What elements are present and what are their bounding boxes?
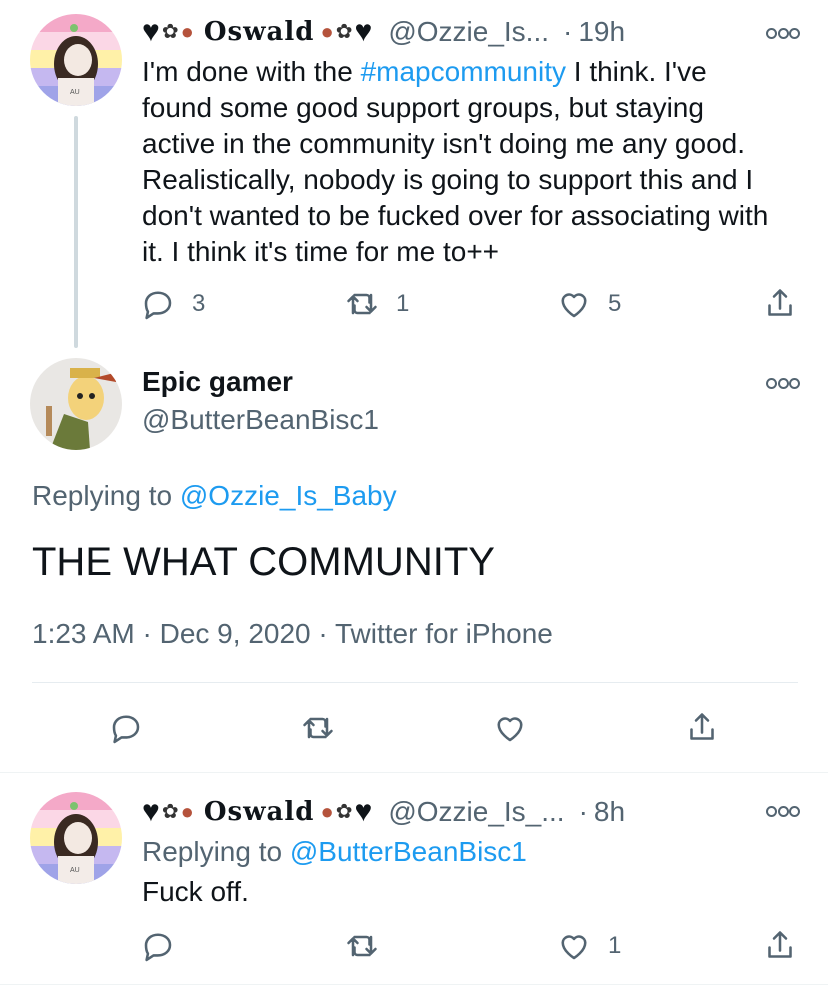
like-icon	[561, 293, 587, 318]
flower-icon: ✿	[335, 801, 353, 823]
tweet-text-part: I think. I've found some good support gr…	[142, 56, 769, 267]
reply-button[interactable]	[108, 710, 144, 746]
hashtag-link[interactable]: #mapcommunity	[361, 56, 566, 87]
tweet1-header: ♥ ✿ ● Oswald ● ✿ ♥ @Ozzie_Is... · 19h	[142, 14, 625, 50]
share-button[interactable]	[762, 286, 798, 322]
display-name[interactable]: Oswald	[204, 797, 315, 827]
reply-count: 3	[192, 290, 206, 317]
tweet-meta[interactable]: 1:23 AM · Dec 9, 2020 · Twitter for iPho…	[32, 618, 553, 650]
reply-icon	[112, 715, 140, 744]
timestamp[interactable]: 8h	[594, 796, 625, 828]
like-count: 5	[608, 290, 622, 317]
replying-to: Replying to @ButterBeanBisc1	[142, 836, 527, 868]
retweet-icon	[347, 293, 377, 315]
black-heart-icon: ♥	[142, 15, 160, 48]
teddy-bear-icon: ●	[180, 19, 194, 44]
flower-icon: ✿	[161, 801, 179, 823]
section-divider	[0, 772, 828, 773]
thread-line	[74, 116, 78, 348]
share-button[interactable]	[762, 928, 798, 964]
svg-text:AU: AU	[70, 867, 80, 874]
like-icon	[561, 935, 587, 960]
avatar-oswald[interactable]: AU	[30, 14, 122, 106]
retweet-icon	[303, 717, 333, 739]
reply-button[interactable]: 3	[140, 286, 205, 322]
display-name[interactable]: Epic gamer	[142, 366, 293, 398]
retweet-button[interactable]	[344, 928, 380, 964]
replying-prefix: Replying to	[142, 836, 290, 867]
handle[interactable]: @ButterBeanBisc1	[142, 404, 379, 436]
svg-text:AU: AU	[70, 89, 80, 96]
handle[interactable]: @Ozzie_Is...	[388, 16, 549, 48]
display-name[interactable]: Oswald	[204, 17, 315, 47]
share-icon	[768, 931, 792, 958]
retweet-button[interactable]	[300, 710, 336, 746]
teddy-bear-icon: ●	[180, 799, 194, 824]
share-icon	[768, 289, 792, 316]
avatar-epic-gamer[interactable]	[30, 358, 122, 450]
decoration-left: ♥ ✿ ●	[142, 17, 194, 47]
more-icon[interactable]	[766, 376, 800, 390]
decoration-left: ♥ ✿ ●	[142, 797, 194, 827]
like-button[interactable]: 1	[556, 928, 621, 964]
meta-divider	[32, 682, 798, 683]
share-button[interactable]	[684, 710, 720, 746]
like-button[interactable]	[492, 710, 528, 746]
retweet-count: 1	[396, 290, 410, 317]
mention-link[interactable]: @Ozzie_Is_Baby	[180, 480, 397, 511]
replying-prefix: Replying to	[32, 480, 180, 511]
like-count: 1	[608, 932, 622, 959]
separator-dot: ·	[563, 16, 573, 47]
flower-icon: ✿	[161, 21, 179, 43]
black-heart-icon: ♥	[354, 15, 373, 48]
share-icon	[690, 713, 714, 740]
reply-icon	[144, 291, 172, 320]
teddy-bear-icon: ●	[320, 799, 334, 824]
handle[interactable]: @Ozzie_Is_...	[388, 796, 564, 828]
retweet-icon	[347, 935, 377, 957]
replying-to: Replying to @Ozzie_Is_Baby	[32, 480, 397, 512]
black-heart-icon: ♥	[142, 795, 160, 828]
decoration-right: ● ✿ ♥	[320, 17, 372, 47]
tweet3-header: ♥ ✿ ● Oswald ● ✿ ♥ @Ozzie_Is_... · 8h	[142, 794, 625, 830]
main-tweet-text: THE WHAT COMMUNITY	[32, 540, 495, 584]
like-icon	[497, 717, 523, 742]
more-icon[interactable]	[766, 26, 800, 40]
teddy-bear-icon: ●	[320, 19, 334, 44]
decoration-right: ● ✿ ♥	[320, 797, 372, 827]
more-icon[interactable]	[766, 804, 800, 818]
like-button[interactable]: 5	[556, 286, 621, 322]
reply-icon	[144, 933, 172, 962]
reply-button[interactable]	[140, 928, 176, 964]
tweet1-text: I'm done with the #mapcommunity I think.…	[142, 54, 782, 270]
timestamp[interactable]: 19h	[578, 16, 625, 48]
mention-link[interactable]: @ButterBeanBisc1	[290, 836, 527, 867]
retweet-button[interactable]: 1	[344, 286, 409, 322]
tweet3-text: Fuck off.	[142, 876, 249, 907]
avatar-oswald[interactable]: AU	[30, 792, 122, 884]
separator-dot: ·	[578, 796, 588, 827]
flower-icon: ✿	[335, 21, 353, 43]
bottom-divider	[0, 984, 828, 985]
tweet-text-part: I'm done with the	[142, 56, 361, 87]
black-heart-icon: ♥	[354, 795, 373, 828]
